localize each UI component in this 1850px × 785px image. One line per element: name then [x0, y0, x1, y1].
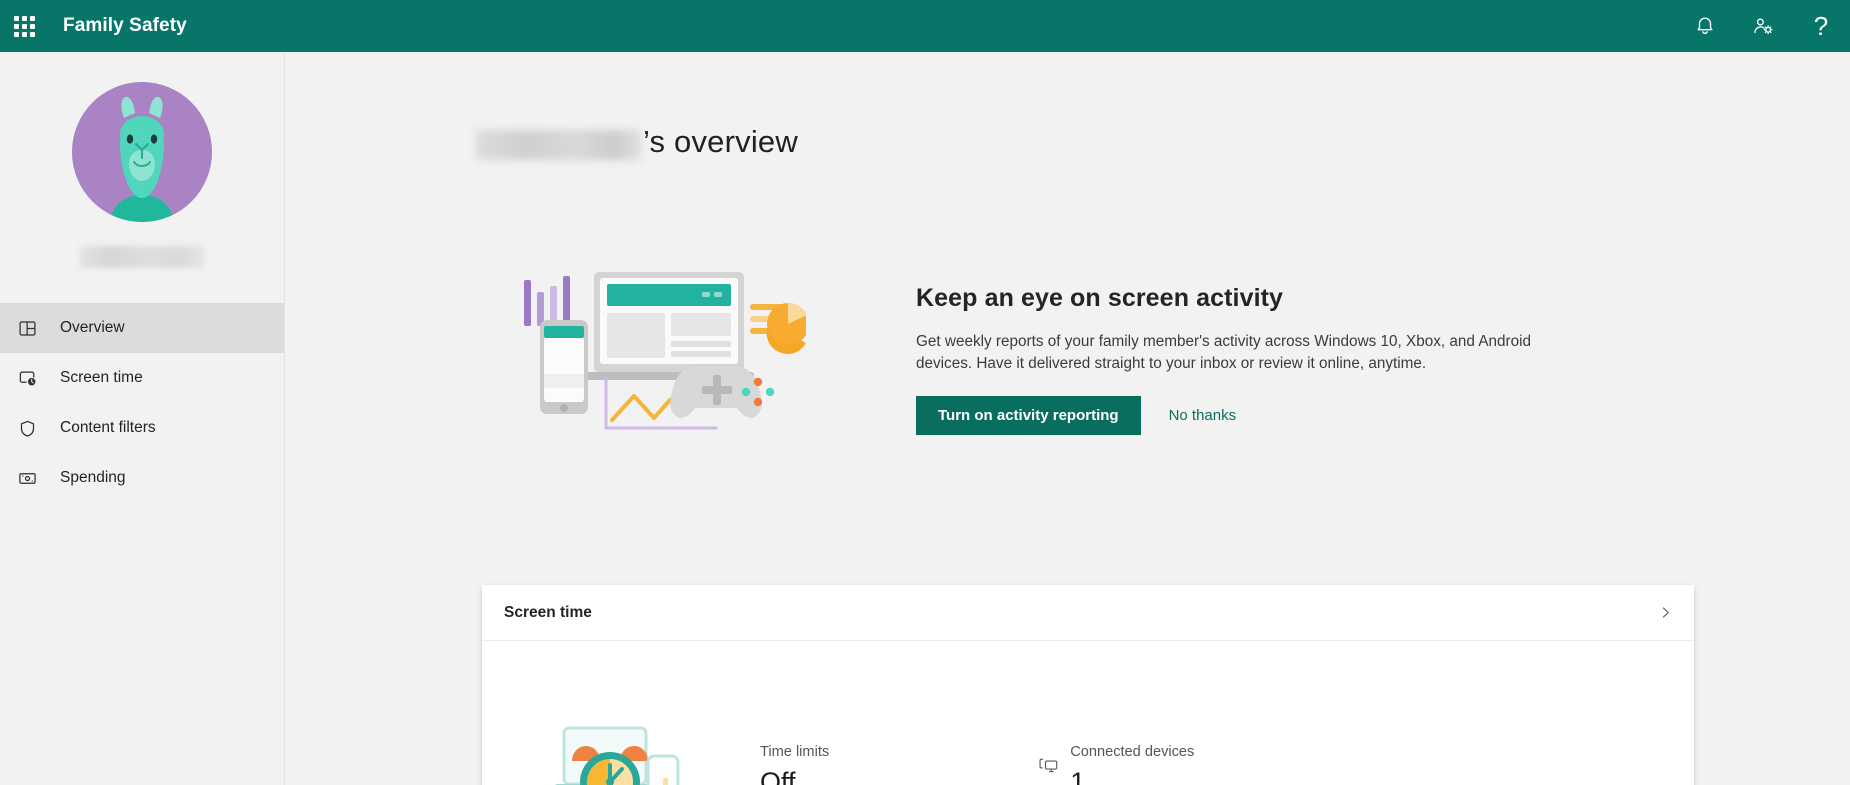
- sidebar-item-label: Screen time: [60, 369, 143, 386]
- bell-icon: [1694, 15, 1716, 37]
- promo-text: Keep an eye on screen activity Get weekl…: [916, 258, 1606, 436]
- money-icon: [18, 467, 48, 489]
- connected-devices-text: Connected devices 1: [1070, 744, 1194, 785]
- connected-devices-value: 1: [1070, 766, 1086, 785]
- manage-family-members-button[interactable]: [1734, 0, 1792, 52]
- sidebar-item-label: Spending: [60, 469, 126, 486]
- people-settings-icon: [1752, 15, 1775, 37]
- page-title-name-redacted: [476, 130, 641, 160]
- member-profile: [0, 52, 284, 268]
- page-title-suffix: ’s overview: [643, 124, 798, 159]
- app-launcher-button[interactable]: [0, 0, 48, 52]
- sidebar-item-screen-time[interactable]: Screen time: [0, 353, 284, 403]
- time-limits-label: Time limits: [760, 743, 830, 760]
- sidebar-item-content-filters[interactable]: Content filters: [0, 403, 284, 453]
- screen-time-card-title: Screen time: [504, 603, 592, 621]
- sidebar-item-label: Content filters: [60, 419, 156, 436]
- help-button[interactable]: ?: [1792, 0, 1850, 52]
- time-limits-stat: Time limits Off: [760, 744, 829, 785]
- sidebar: Overview Screen time Content filters Spe…: [0, 52, 285, 785]
- sidebar-item-spending[interactable]: Spending: [0, 453, 284, 503]
- screen-time-icon: [18, 367, 48, 389]
- sidebar-item-overview[interactable]: Overview: [0, 303, 284, 353]
- connected-devices-stat: Connected devices 1: [1039, 744, 1194, 785]
- screen-time-card-header[interactable]: Screen time: [482, 585, 1694, 641]
- promo-heading: Keep an eye on screen activity: [916, 284, 1284, 312]
- help-question-icon: ?: [1813, 11, 1829, 41]
- turn-on-activity-reporting-button[interactable]: Turn on activity reporting: [916, 396, 1141, 436]
- sidebar-item-label: Overview: [60, 319, 125, 336]
- avatar[interactable]: [72, 82, 212, 222]
- main-content: ’s overview Keep an eye on screen activi…: [286, 52, 1850, 785]
- promo-body: Get weekly reports of your family member…: [916, 333, 1532, 372]
- app-title: Family Safety: [63, 15, 187, 36]
- devices-icon: [1039, 758, 1058, 775]
- sidebar-nav: Overview Screen time Content filters Spe…: [0, 303, 284, 503]
- promo-actions: Turn on activity reporting No thanks: [916, 396, 1606, 436]
- notifications-button[interactable]: [1676, 0, 1734, 52]
- member-name-redacted: [80, 246, 204, 268]
- no-thanks-button[interactable]: No thanks: [1169, 407, 1237, 424]
- app-header: Family Safety ?: [0, 0, 1850, 52]
- overview-dashboard-icon: [18, 317, 48, 339]
- screen-time-card-body: Time limits Off Connected devices 1: [482, 641, 1694, 785]
- page-title: ’s overview: [476, 124, 798, 160]
- shield-icon: [18, 417, 48, 439]
- alarm-clock-laptop-phone-illustration: [542, 716, 692, 785]
- activity-reporting-promo: Keep an eye on screen activity Get weekl…: [476, 258, 1676, 438]
- connected-devices-label: Connected devices: [1070, 743, 1195, 760]
- screen-time-card: Screen time Time limits Off Connected de…: [482, 585, 1694, 785]
- time-limits-value: Off: [760, 766, 796, 785]
- app-launcher-icon: [13, 15, 35, 37]
- app-header-actions: ?: [1676, 0, 1850, 52]
- chevron-right-icon[interactable]: [1659, 606, 1672, 619]
- devices-and-charts-illustration: [476, 258, 876, 438]
